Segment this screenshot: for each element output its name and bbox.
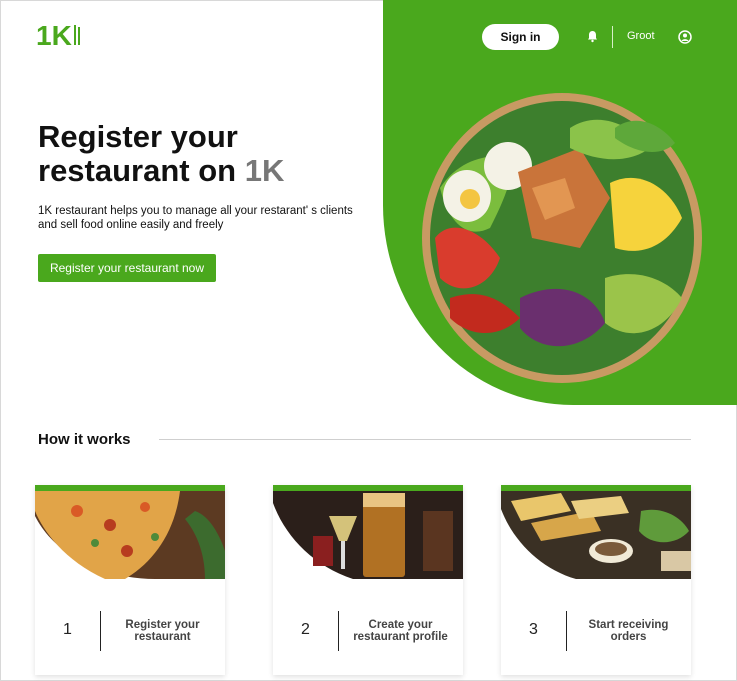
step-divider: [338, 611, 339, 651]
nav-divider: [612, 26, 613, 48]
step-number: 1: [63, 621, 72, 638]
step-number: 2: [301, 621, 310, 638]
food-platter-image: [501, 491, 691, 579]
register-restaurant-button[interactable]: Register your restaurant now: [38, 254, 216, 282]
account-icon[interactable]: [678, 30, 692, 44]
hero-title: Register your restaurant on 1K: [38, 120, 358, 188]
svg-text:1K: 1K: [36, 20, 72, 50]
pizza-image: [35, 491, 225, 579]
step-card: 2 Create your restaurant profile: [273, 485, 463, 675]
sign-in-button[interactable]: Sign in: [482, 24, 559, 50]
how-it-works-title: How it works: [38, 431, 131, 448]
hero-title-brand: 1K: [244, 153, 285, 188]
salad-bowl-image: [422, 93, 702, 383]
step-divider: [566, 611, 567, 651]
hero-description: 1K restaurant helps you to manage all yo…: [38, 205, 353, 231]
step-card: 3 Start receiving orders: [501, 485, 691, 675]
bell-icon[interactable]: [586, 30, 599, 43]
step-number: 3: [529, 621, 538, 638]
hero-title-main: Register your restaurant on: [38, 119, 238, 188]
step-card: 1 Register your restaurant: [35, 485, 225, 675]
step-label: Start receiving orders: [588, 619, 669, 643]
logo-icon[interactable]: 1K: [36, 18, 82, 50]
drinks-image: [273, 491, 463, 579]
section-divider: [159, 439, 691, 440]
user-name[interactable]: Groot: [627, 30, 655, 42]
step-divider: [100, 611, 101, 651]
step-label: Register your restaurant: [125, 619, 200, 643]
step-label: Create your restaurant profile: [353, 619, 448, 643]
